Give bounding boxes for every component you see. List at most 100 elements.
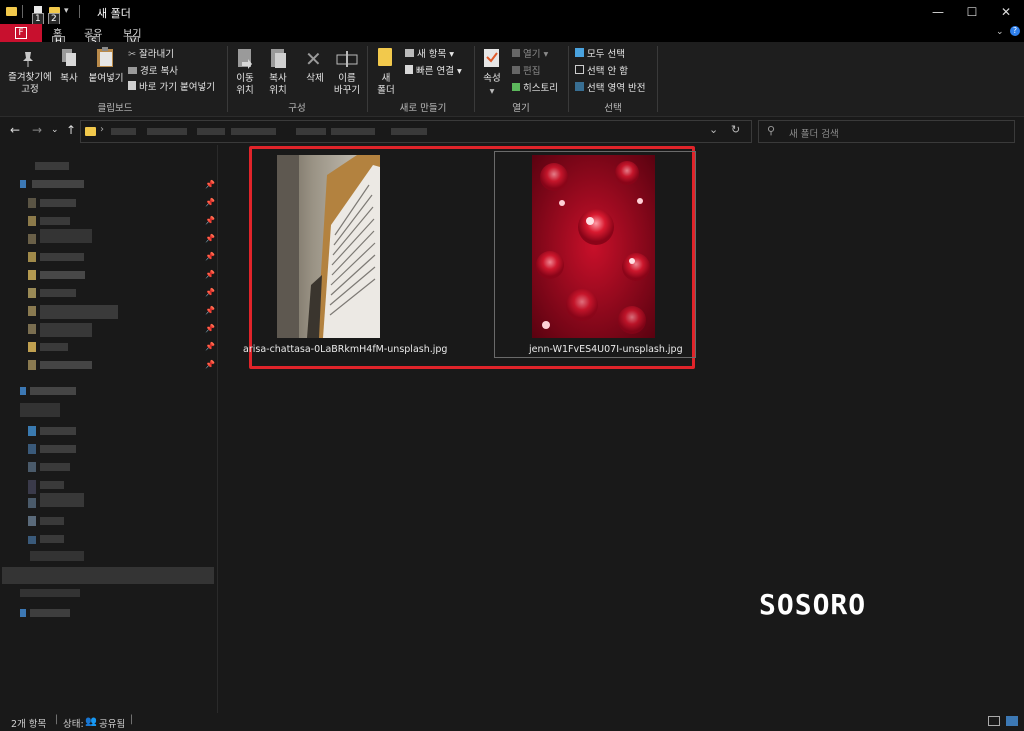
nav-item[interactable] (40, 481, 64, 489)
pin-quick-access-button[interactable]: 즐겨찾기에 고정 (4, 72, 56, 96)
rename-button[interactable]: 이름 바꾸기 (330, 73, 364, 97)
nav-item-icon (28, 216, 36, 226)
large-icons-view-icon[interactable] (1006, 716, 1018, 726)
search-icon: ⚲ (767, 124, 776, 137)
minimize-button[interactable]: — (921, 0, 955, 24)
select-all-button[interactable]: 모두 선택 (575, 46, 625, 60)
forward-arrow-icon[interactable]: → (32, 123, 42, 137)
nav-item[interactable] (40, 289, 76, 297)
path-icon (128, 67, 137, 74)
ribbon-tabs: F 홈 H 공유 S 보기 V ⌄ ? (0, 24, 1024, 48)
properties-dropdown-icon[interactable]: ▾ (478, 86, 506, 98)
nav-item[interactable] (30, 609, 70, 617)
group-clipboard-label: 클립보드 (97, 103, 133, 114)
file-name[interactable]: jenn-W1FvES4U07I-unsplash.jpg (529, 344, 683, 355)
separator (657, 46, 658, 112)
address-row: ← → ⌄ ↑ › ⌄ ↻ ⚲ 새 폴더 검색 (0, 117, 1024, 145)
maximize-button[interactable]: ☐ (955, 0, 989, 24)
nav-item[interactable] (40, 271, 85, 279)
select-none-button[interactable]: 선택 안 함 (575, 63, 628, 77)
close-button[interactable]: ✕ (989, 0, 1023, 24)
separator (22, 5, 23, 18)
cut-button[interactable]: ✂ 잘라내기 (128, 46, 174, 60)
nav-item-icon (28, 342, 36, 352)
help-icon[interactable]: ? (1010, 26, 1020, 36)
nav-item[interactable] (32, 180, 84, 188)
copy-icon (62, 49, 76, 66)
properties-button[interactable]: 속성 (478, 73, 506, 85)
nav-item[interactable] (30, 387, 76, 395)
paste-shortcut-button[interactable]: 바로 가기 붙여넣기 (128, 79, 215, 93)
title-bar: 1 2 ▾ 새 폴더 — ☐ ✕ (0, 0, 1024, 25)
separator: | (130, 714, 134, 725)
nav-item-icon (20, 180, 26, 188)
delete-button[interactable]: 삭제 (300, 73, 330, 85)
file-name[interactable]: arisa-chattasa-0LaBRkmH4fM-unsplash.jpg (243, 344, 447, 355)
nav-item[interactable] (40, 535, 64, 543)
nav-item[interactable] (40, 361, 92, 369)
easy-access-label: 빠른 연결 (416, 66, 455, 77)
blurred-path (111, 128, 136, 135)
nav-item[interactable] (30, 551, 84, 561)
status-bar: 2개 항목 | 상태: 👥 공유됨 | (0, 713, 1024, 731)
nav-item-icon (28, 480, 36, 494)
nav-item[interactable] (40, 493, 84, 507)
tab-file[interactable]: F (0, 24, 42, 42)
address-bar[interactable]: › ⌄ ↻ (80, 120, 752, 143)
address-dropdown-icon[interactable]: ⌄ (709, 123, 718, 136)
new-folder-button[interactable]: 새 폴더 (372, 73, 400, 97)
back-arrow-icon[interactable]: ← (10, 123, 20, 137)
navigation-pane[interactable]: 📌 📌 📌 📌 📌 📌 📌 📌 📌 📌 📌 (0, 145, 218, 713)
file-list[interactable]: arisa-chattasa-0LaBRkmH4fM-unsplash.jpg (218, 145, 1024, 713)
nav-item[interactable] (20, 403, 60, 417)
nav-item[interactable] (40, 229, 92, 243)
ribbon-expand-icon[interactable]: ⌄ (996, 27, 1004, 37)
nav-item[interactable] (40, 427, 76, 435)
pin-icon: 📌 (205, 216, 215, 225)
nav-item[interactable] (40, 217, 70, 225)
nav-item[interactable] (40, 253, 84, 261)
invert-selection-icon (575, 82, 584, 91)
folder-icon (6, 7, 17, 16)
separator (568, 46, 569, 112)
nav-item[interactable] (40, 199, 76, 207)
paste-button[interactable]: 붙여넣기 (86, 73, 126, 85)
refresh-icon[interactable]: ↻ (731, 123, 740, 136)
cut-label: 잘라내기 (139, 49, 174, 60)
search-placeholder: 새 폴더 검색 (789, 129, 839, 140)
nav-item[interactable] (20, 589, 80, 597)
nav-item[interactable] (40, 323, 92, 337)
easy-access-button[interactable]: 빠른 연결 ▾ (405, 63, 462, 77)
open-label: 열기 (523, 49, 541, 60)
move-to-button[interactable]: 이동 위치 (228, 73, 262, 97)
copy-path-button[interactable]: 경로 복사 (128, 63, 178, 77)
invert-selection-button[interactable]: 선택 영역 반전 (575, 80, 646, 94)
up-arrow-icon[interactable]: ↑ (66, 123, 76, 137)
recent-locations-icon[interactable]: ⌄ (51, 125, 59, 135)
search-input[interactable]: ⚲ 새 폴더 검색 (758, 120, 1015, 143)
nav-item[interactable] (35, 162, 69, 170)
blurred-path (197, 128, 225, 135)
history-label: 히스토리 (523, 83, 558, 94)
details-view-icon[interactable] (988, 716, 1000, 726)
image-thumbnail (532, 155, 655, 338)
copy-button[interactable]: 복사 (56, 73, 82, 85)
pin-icon (23, 52, 33, 67)
new-item-button[interactable]: 새 항목 ▾ (405, 46, 454, 60)
pin-icon: 📌 (205, 270, 215, 279)
open-button[interactable]: 열기 ▾ (512, 46, 548, 60)
nav-item[interactable] (40, 343, 68, 351)
image-thumbnail (277, 155, 380, 338)
nav-item-selected[interactable] (2, 567, 214, 584)
history-button[interactable]: 히스토리 (512, 80, 558, 94)
group-select-label: 선택 (604, 103, 622, 114)
nav-item[interactable] (40, 517, 64, 525)
edit-button[interactable]: 편집 (512, 63, 541, 77)
copy-path-label: 경로 복사 (140, 66, 179, 77)
nav-item-icon (28, 498, 36, 508)
nav-item[interactable] (40, 445, 76, 453)
copy-to-button[interactable]: 복사 위치 (262, 73, 294, 97)
nav-item[interactable] (40, 305, 118, 319)
nav-item[interactable] (40, 463, 70, 471)
quick-access-dropdown-icon[interactable]: ▾ (64, 6, 69, 16)
